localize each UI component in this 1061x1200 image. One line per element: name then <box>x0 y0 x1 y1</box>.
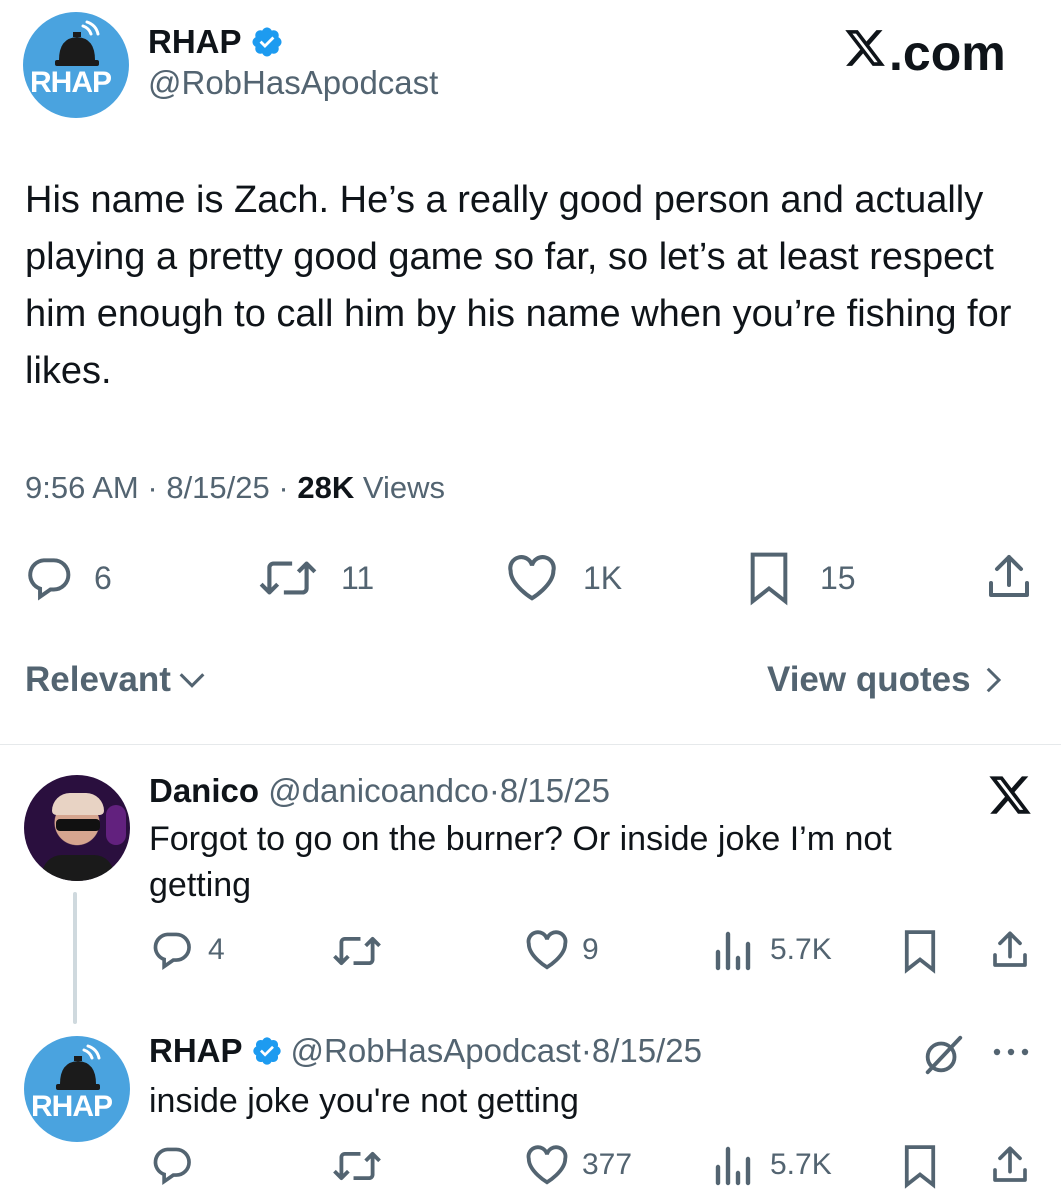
display-name[interactable]: RHAP <box>148 23 242 61</box>
avatar-shirt <box>42 855 114 881</box>
bookmark-icon <box>904 930 936 974</box>
like-count: 1K <box>583 559 623 596</box>
more-icon[interactable] <box>990 1042 1032 1062</box>
view-quotes-link[interactable]: View quotes <box>767 660 1009 700</box>
reply-count: 6 <box>94 559 112 596</box>
reply-avatar-rhap[interactable]: RHAP <box>24 1036 130 1142</box>
retweet-icon <box>333 936 381 966</box>
sort-label: Relevant <box>25 660 171 699</box>
tweet-date[interactable]: 8/15/25 <box>166 470 269 505</box>
share-icon <box>993 931 1027 967</box>
retweet-count: 11 <box>341 559 375 596</box>
tweet-time[interactable]: 9:56 AM <box>25 470 139 505</box>
share-icon <box>989 555 1029 597</box>
like-icon <box>526 930 568 970</box>
like-count: 377 <box>582 1148 633 1181</box>
reply-date[interactable]: 8/15/25 <box>500 772 610 809</box>
x-logo-icon <box>845 30 885 66</box>
bookmark-count: 15 <box>820 559 856 596</box>
avatar-hair <box>52 793 104 815</box>
view-quotes-label: View quotes <box>767 660 971 699</box>
chevron-down-icon <box>179 673 205 688</box>
main-avatar[interactable]: RHAP <box>23 12 129 118</box>
handle[interactable]: @RobHasApodcast <box>148 64 438 102</box>
reply-header: RHAP @RobHasApodcast · 8/15/25 <box>149 1032 702 1070</box>
reply-date[interactable]: 8/15/25 <box>592 1032 702 1070</box>
bell-icon <box>55 20 100 66</box>
avatar-light <box>106 805 126 845</box>
reply-button[interactable]: 4 <box>150 928 225 972</box>
like-button[interactable]: 1K <box>505 553 622 603</box>
reply-icon <box>153 932 191 971</box>
separator: · <box>147 470 158 505</box>
tweet-meta: 9:56 AM · 8/15/25 · 28K Views <box>25 470 445 506</box>
avatar-sunglasses <box>56 819 100 831</box>
separator: · <box>278 470 289 505</box>
avatar-logo-text: RHAP <box>30 66 112 99</box>
like-button[interactable]: 9 <box>524 928 599 972</box>
divider <box>0 744 1061 745</box>
bell-icon <box>56 1044 101 1090</box>
reply-button[interactable]: 6 <box>24 553 112 603</box>
verified-badge-icon <box>252 1037 281 1065</box>
share-button[interactable] <box>990 1142 1030 1188</box>
like-icon <box>508 555 556 601</box>
thread-line <box>73 892 77 1024</box>
reply-icon <box>28 558 71 601</box>
reply-count: 4 <box>208 933 225 966</box>
separator: · <box>488 772 500 809</box>
bookmark-button[interactable]: 15 <box>748 550 856 606</box>
grok-icon[interactable] <box>920 1032 966 1078</box>
tweet-body: His name is Zach. He’s a really good per… <box>25 179 1012 392</box>
separator: · <box>580 1032 592 1069</box>
like-button[interactable]: 377 <box>524 1143 632 1187</box>
like-count: 9 <box>582 933 599 966</box>
retweet-button[interactable] <box>331 930 397 972</box>
reply-body: Forgot to go on the burner? Or inside jo… <box>149 820 892 904</box>
retweet-button[interactable]: 11 <box>257 553 374 603</box>
views-count: 5.7K <box>770 1148 832 1181</box>
views-count: 28K <box>297 470 355 505</box>
x-com-watermark: .com <box>843 24 1006 82</box>
reply-handle[interactable]: @danicoandco <box>268 772 489 809</box>
views-button[interactable]: 5.7K <box>712 1143 832 1187</box>
views-label: Views <box>362 470 445 505</box>
retweet-icon <box>333 1151 381 1181</box>
share-button[interactable] <box>985 551 1033 603</box>
like-icon <box>526 1145 568 1185</box>
sort-relevant[interactable]: Relevant <box>25 660 209 700</box>
reply-handle[interactable]: @RobHasApodcast <box>291 1032 581 1070</box>
reply-icon <box>153 1147 191 1186</box>
reply-header: Danico @danicoandco·8/15/25 <box>149 772 610 810</box>
bookmark-icon <box>750 552 788 606</box>
watermark-text: .com <box>889 25 1006 81</box>
retweet-button[interactable] <box>331 1145 397 1187</box>
reply-display-name[interactable]: Danico <box>149 772 259 809</box>
x-logo-icon <box>989 776 1031 814</box>
views-count: 5.7K <box>770 933 832 966</box>
share-button[interactable] <box>990 927 1030 973</box>
avatar-logo-text: RHAP <box>31 1090 113 1123</box>
reply-display-name[interactable]: RHAP <box>149 1032 243 1070</box>
share-icon <box>993 1146 1027 1182</box>
verified-badge-icon <box>251 27 282 57</box>
reply-avatar-danico[interactable] <box>24 775 130 881</box>
bookmark-button[interactable] <box>903 1143 937 1189</box>
bookmark-button[interactable] <box>903 928 937 974</box>
chevron-right-icon <box>986 667 1001 693</box>
views-button[interactable]: 5.7K <box>712 928 832 972</box>
bookmark-icon <box>904 1145 936 1189</box>
reply-button[interactable] <box>150 1143 208 1187</box>
display-name-row: RHAP <box>148 22 284 62</box>
views-icon <box>715 931 751 971</box>
views-icon <box>715 1146 751 1186</box>
reply-body: inside joke you're not getting <box>149 1082 579 1120</box>
retweet-icon <box>259 561 317 595</box>
